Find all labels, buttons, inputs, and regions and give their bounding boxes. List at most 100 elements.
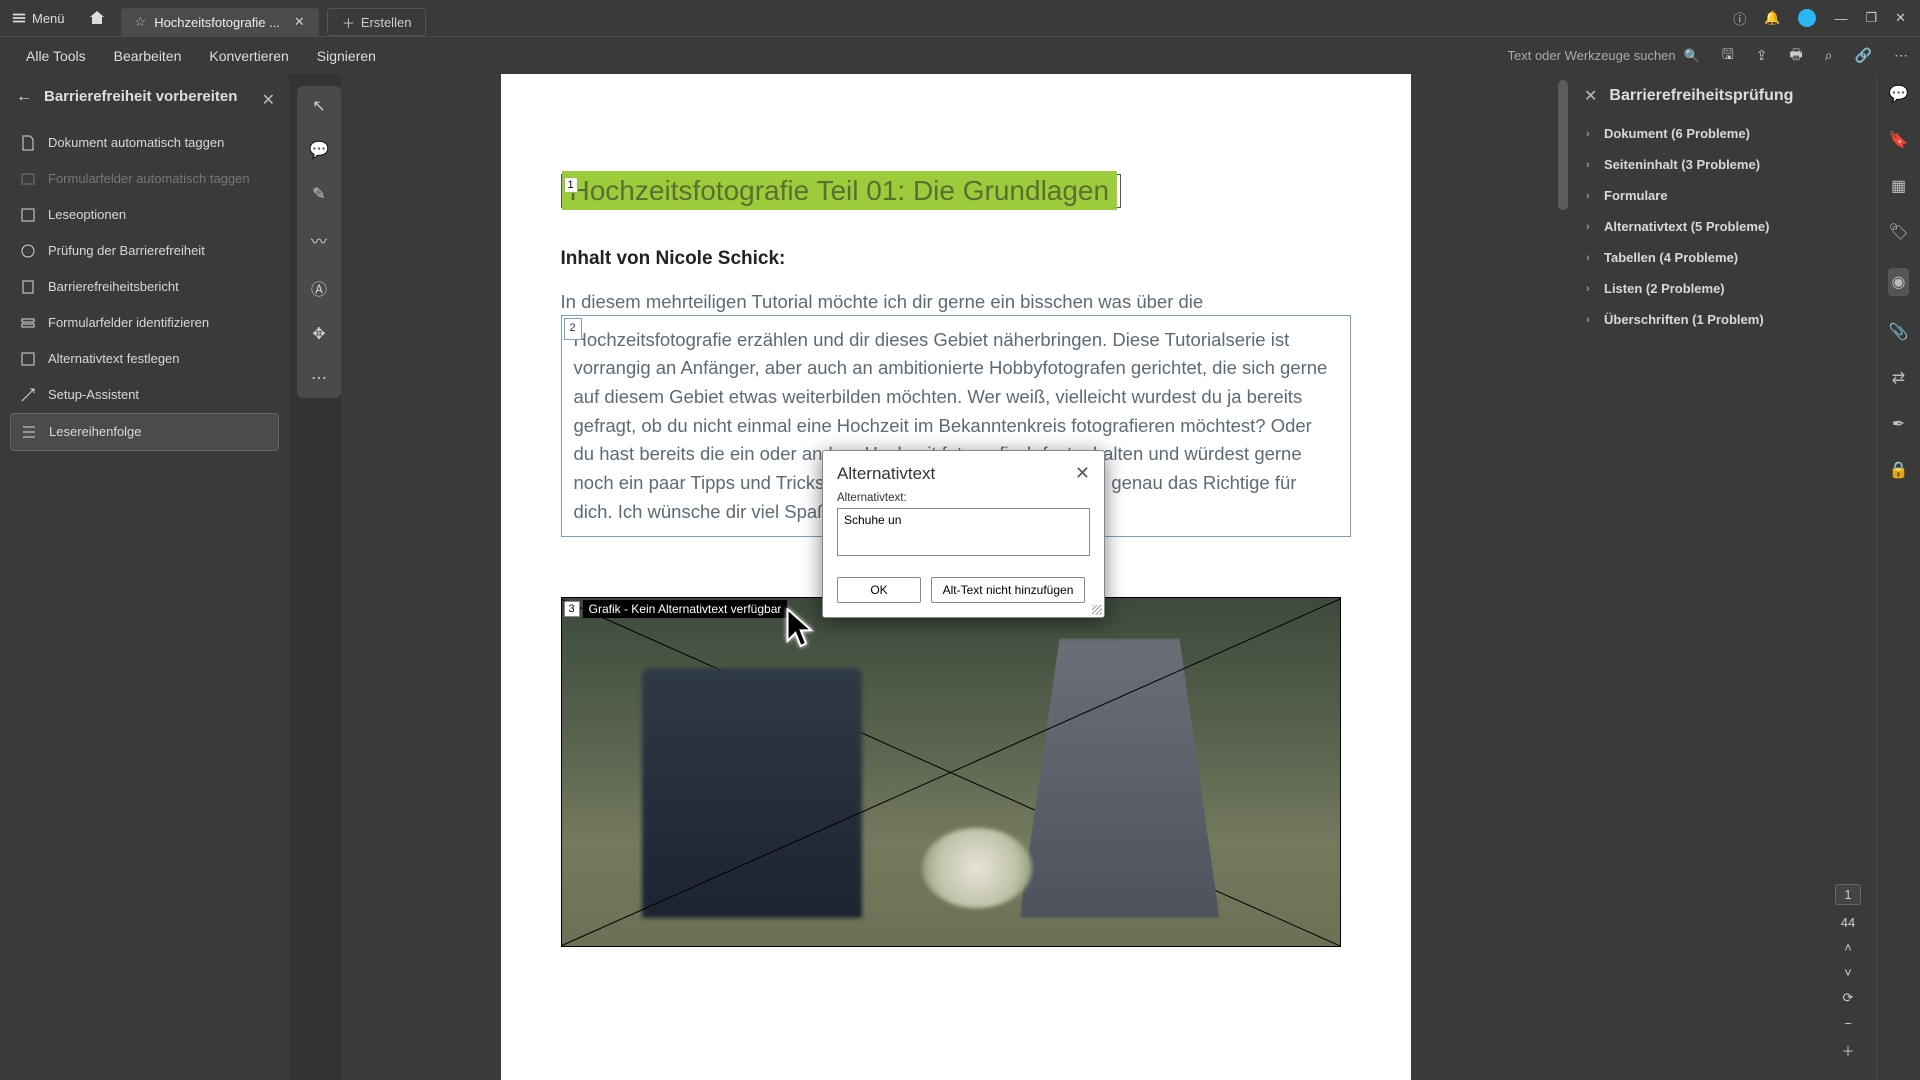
alt-text-icon [20, 351, 36, 367]
signatures-icon[interactable]: ✒ [1892, 414, 1905, 434]
zoom-out-icon[interactable]: − [1844, 1016, 1852, 1031]
chevron-right-icon: › [1586, 128, 1596, 140]
lock-icon[interactable]: 🔒 [1889, 460, 1909, 480]
figure-tag-number: 3 [564, 601, 580, 617]
reading-order-icon [21, 424, 37, 440]
identify-icon [20, 315, 36, 331]
share-icon[interactable]: ⇪ [1756, 47, 1768, 64]
toolbar-edit[interactable]: Bearbeiten [100, 48, 196, 64]
current-page-number[interactable]: 1 [1835, 884, 1860, 905]
right-tool-strip: 💬 🔖 ▦ 🏷 ◉ 📎 ⇄ ✒ 🔒 [1876, 74, 1920, 1080]
page-navigator: 1 44 ˄ ˅ ⟳ − ＋ [1830, 884, 1866, 1060]
chevron-right-icon: › [1586, 221, 1596, 233]
right-panel: ✕ Barrierefreiheitsprüfung ›Dokument (6 … [1570, 74, 1920, 1080]
heading-tag-number: 1 [564, 177, 578, 193]
find-icon[interactable]: ⌕ [1825, 47, 1833, 64]
help-icon[interactable]: ⓘ [1733, 9, 1746, 28]
shape-tool-icon[interactable]: ✥ [312, 324, 325, 344]
tool-set-alt-text[interactable]: Alternativtext festlegen [10, 341, 279, 377]
tool-reading-order[interactable]: Lesereihenfolge [10, 413, 279, 451]
dialog-resize-grip[interactable] [1092, 605, 1102, 615]
user-avatar[interactable] [1798, 9, 1816, 27]
attachments-icon[interactable]: 📎 [1889, 322, 1909, 342]
thumbnails-icon[interactable]: ▦ [1891, 176, 1906, 196]
compare-icon[interactable]: ⇄ [1892, 368, 1905, 388]
tool-auto-tag-document[interactable]: Dokument automatisch taggen [10, 125, 279, 161]
toolbar-sign[interactable]: Signieren [303, 48, 390, 64]
tool-label: Lesereihenfolge [49, 424, 142, 439]
panel-close-button[interactable]: ✕ [262, 90, 275, 110]
toolbar-convert[interactable]: Konvertieren [195, 48, 302, 64]
chevron-right-icon: › [1586, 283, 1596, 295]
dialog-title: Alternativtext [837, 464, 935, 484]
tool-auto-tag-form-fields: Formularfelder automatisch taggen [10, 161, 279, 197]
tool-accessibility-report[interactable]: Barrierefreiheitsbericht [10, 269, 279, 305]
panel-back-button[interactable]: ← [16, 88, 32, 106]
tab-close-button[interactable]: ✕ [294, 14, 305, 30]
zoom-in-icon[interactable]: ＋ [1841, 1041, 1854, 1060]
heading-text: Hochzeitsfotografie Teil 01: Die Grundla… [562, 171, 1118, 210]
tags-icon[interactable]: 🏷 [1888, 222, 1908, 242]
check-category-headings[interactable]: ›Überschriften (1 Problem) [1584, 304, 1862, 335]
right-panel-close-button[interactable]: ✕ [1584, 86, 1597, 106]
print-icon[interactable]: 🖶 [1790, 44, 1803, 68]
bookmarks-icon[interactable]: 🔖 [1889, 130, 1909, 150]
save-icon[interactable]: 🖫 [1722, 44, 1734, 68]
check-category-lists[interactable]: ›Listen (2 Probleme) [1584, 273, 1862, 304]
check-category-alt-text[interactable]: ›Alternativtext (5 Probleme) [1584, 211, 1862, 242]
check-category-document[interactable]: ›Dokument (6 Probleme) [1584, 118, 1862, 149]
link-icon[interactable]: 🔗 [1855, 47, 1872, 64]
left-panel: ← Barrierefreiheit vorbereiten ✕ Dokumen… [0, 74, 289, 1080]
alt-text-input[interactable] [837, 508, 1090, 556]
book-icon [20, 207, 36, 223]
highlight-tool-icon[interactable]: ✎ [312, 184, 325, 204]
document-tab[interactable]: ☆ Hochzeitsfotografie ... ✕ [121, 8, 319, 36]
new-tab-button[interactable]: ＋ Erstellen [327, 8, 427, 36]
tool-identify-form-fields[interactable]: Formularfelder identifizieren [10, 305, 279, 341]
check-category-page-content[interactable]: ›Seiteninhalt (3 Probleme) [1584, 149, 1862, 180]
check-category-forms[interactable]: ›Formulare [1584, 180, 1862, 211]
menu-button[interactable]: Menü [0, 0, 77, 36]
refresh-icon[interactable]: ⟳ [1843, 990, 1854, 1006]
search-box[interactable]: Text oder Werkzeuge suchen 🔍 [1508, 48, 1700, 64]
titlebar: Menü ☆ Hochzeitsfotografie ... ✕ ＋ Erste… [0, 0, 1920, 36]
tool-setup-assistant[interactable]: Setup-Assistent [10, 377, 279, 413]
heading-region[interactable]: 1 Hochzeitsfotografie Teil 01: Die Grund… [561, 174, 1121, 208]
more-tools-icon[interactable]: ⋯ [311, 368, 327, 388]
report-icon [20, 279, 36, 295]
notifications-icon[interactable]: 🔔 [1764, 10, 1780, 26]
accessibility-panel-icon[interactable]: ◉ [1888, 268, 1910, 296]
annotation-tool-strip: ↖ 💬 ✎ 〰 Ⓐ ✥ ⋯ [297, 86, 341, 398]
dialog-close-button[interactable]: ✕ [1075, 463, 1090, 484]
tool-label: Dokument automatisch taggen [48, 135, 224, 150]
menu-label: Menü [32, 11, 65, 26]
tool-reading-options[interactable]: Leseoptionen [10, 197, 279, 233]
ok-button[interactable]: OK [837, 577, 921, 603]
window-controls: ⓘ 🔔 ― ❐ ✕ [1733, 9, 1920, 28]
tool-label: Setup-Assistent [48, 387, 139, 402]
page-down-icon[interactable]: ˅ [1844, 965, 1852, 980]
tool-label: Prüfung der Barrierefreiheit [48, 243, 205, 258]
comment-panel-icon[interactable]: 💬 [1889, 84, 1909, 104]
more-icon[interactable]: ⋯ [1894, 47, 1908, 64]
comment-tool-icon[interactable]: 💬 [309, 140, 329, 160]
home-button[interactable] [77, 0, 117, 36]
subheading: Inhalt von Nicole Schick: [561, 248, 1351, 270]
right-panel-title: Barrierefreiheitsprüfung [1609, 87, 1793, 105]
page-up-icon[interactable]: ˄ [1844, 940, 1852, 955]
select-tool-icon[interactable]: ↖ [312, 96, 325, 116]
scrollbar-thumb[interactable] [1558, 80, 1568, 210]
skip-alt-text-button[interactable]: Alt-Text nicht hinzufügen [931, 577, 1085, 603]
window-maximize-button[interactable]: ❐ [1865, 10, 1877, 26]
chevron-right-icon: › [1586, 159, 1596, 171]
tool-label: Formularfelder automatisch taggen [48, 171, 250, 186]
text-tool-icon[interactable]: Ⓐ [311, 276, 327, 300]
home-icon [89, 10, 105, 26]
tool-accessibility-check[interactable]: Prüfung der Barrierefreiheit [10, 233, 279, 269]
draw-tool-icon[interactable]: 〰 [311, 228, 327, 252]
window-close-button[interactable]: ✕ [1895, 10, 1906, 26]
check-category-tables[interactable]: ›Tabellen (4 Probleme) [1584, 242, 1862, 273]
toolbar-all-tools[interactable]: Alle Tools [12, 48, 100, 64]
window-minimize-button[interactable]: ― [1834, 11, 1847, 26]
figure-region[interactable]: 3 Grafik - Kein Alternativtext verfügbar [561, 597, 1341, 947]
